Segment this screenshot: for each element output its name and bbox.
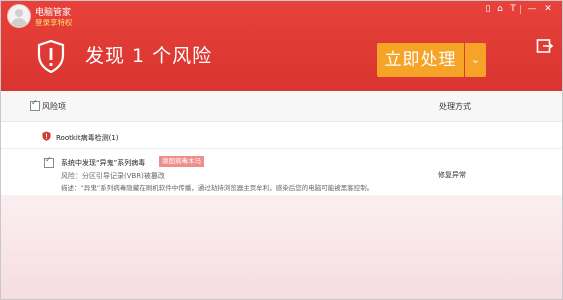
- page-title: 发现 1 个风险: [85, 45, 213, 67]
- fix-now-button[interactable]: 立即处理: [377, 43, 464, 77]
- close-icon[interactable]: ✕: [543, 4, 553, 14]
- threat-tag-badge: 顽固病毒木马: [159, 156, 204, 167]
- empty-area: [1, 195, 562, 299]
- column-header: 风险项 处理方式: [1, 91, 562, 122]
- minimize-icon[interactable]: —: [527, 4, 537, 14]
- skin-icon[interactable]: ⌂: [495, 4, 505, 14]
- login-link[interactable]: 登录享特权: [35, 17, 73, 28]
- repair-action[interactable]: 修复异常: [438, 170, 466, 180]
- threat-name: 系统中发现“异鬼”系列病毒: [61, 159, 146, 167]
- action-column-label: 处理方式: [439, 102, 471, 111]
- risk-detail: 风险：分区引导记录(VBR)被篡改: [61, 172, 165, 180]
- toolbar-divider: [520, 5, 521, 14]
- risk-column-label: 风险项: [42, 102, 66, 111]
- exit-icon[interactable]: [536, 37, 554, 55]
- header-banner: 电脑管家 登录享特权 ▯ ⌂ T — ✕ 发现 1 个风险 立即处理 ⌄: [1, 1, 562, 91]
- category-row[interactable]: Rootkit病毒检测(1): [1, 122, 562, 149]
- main-window: 电脑管家 登录享特权 ▯ ⌂ T — ✕ 发现 1 个风险 立即处理 ⌄ 风险项…: [0, 0, 563, 300]
- shield-alert-icon: [37, 39, 65, 73]
- chevron-down-icon[interactable]: ⌄: [465, 43, 486, 77]
- list-item[interactable]: 系统中发现“异鬼”系列病毒 顽固病毒木马 风险：分区引导记录(VBR)被篡改 描…: [1, 149, 562, 195]
- shield-alert-icon: [42, 131, 51, 141]
- description-text: 描述：“异鬼”系列病毒隐藏在刷机软件中传播，通过劫持浏览器主页牟利，感染后您的电…: [61, 184, 374, 192]
- shirt-icon[interactable]: T: [508, 4, 518, 14]
- select-all-checkbox[interactable]: [30, 98, 40, 111]
- avatar[interactable]: [7, 4, 31, 28]
- item-checkbox[interactable]: [44, 155, 54, 168]
- phone-icon[interactable]: ▯: [483, 4, 493, 14]
- category-label: Rootkit病毒检测(1): [56, 134, 119, 142]
